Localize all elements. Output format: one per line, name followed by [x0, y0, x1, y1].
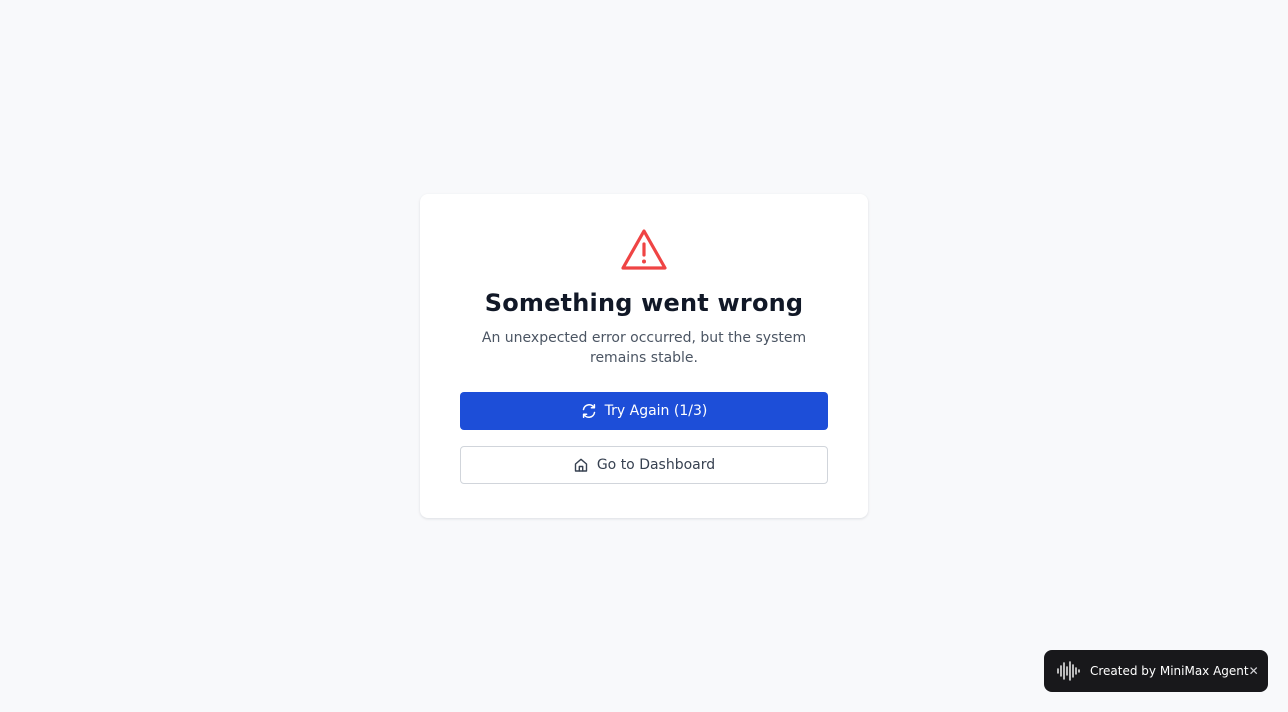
error-message: An unexpected error occurred, but the sy… — [481, 330, 807, 366]
error-title: Something went wrong — [484, 289, 804, 317]
close-icon[interactable]: ✕ — [1249, 664, 1259, 678]
try-again-button[interactable]: Try Again (1/3) — [460, 392, 828, 430]
home-icon — [573, 457, 589, 473]
warning-triangle-icon — [621, 229, 667, 270]
created-by-badge[interactable]: Created by MiniMax Agent ✕ — [1044, 650, 1268, 692]
try-again-label: Try Again (1/3) — [604, 403, 708, 419]
go-to-dashboard-button[interactable]: Go to Dashboard — [460, 446, 828, 484]
go-to-dashboard-label: Go to Dashboard — [596, 457, 716, 473]
page: Something went wrong An unexpected error… — [0, 0, 1288, 712]
refresh-icon — [581, 403, 597, 419]
waveform-logo-icon — [1056, 661, 1082, 681]
error-card: Something went wrong An unexpected error… — [420, 194, 868, 518]
badge-text: Created by MiniMax Agent — [1090, 664, 1249, 678]
